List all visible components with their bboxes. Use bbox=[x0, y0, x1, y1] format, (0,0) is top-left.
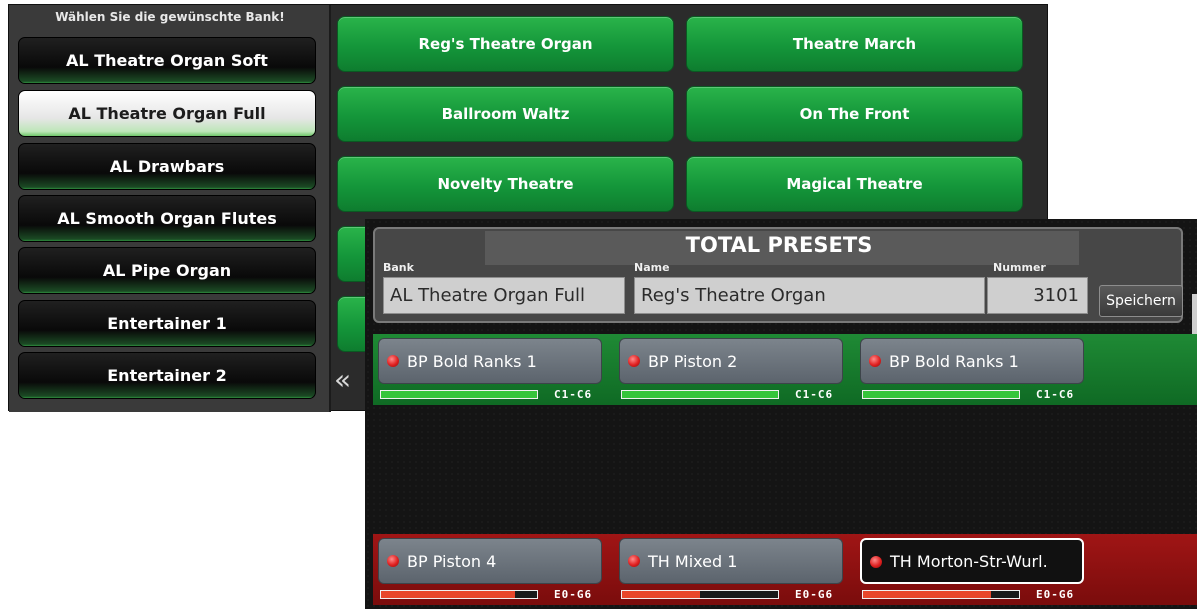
number-field[interactable]: 3101 bbox=[987, 277, 1088, 314]
bank-list-heading: Wählen Sie die gewünschte Bank! bbox=[55, 10, 285, 24]
voice-button[interactable]: BP Piston 2 bbox=[619, 338, 843, 384]
bank-field[interactable]: AL Theatre Organ Full bbox=[383, 277, 625, 314]
upper-manual-track: BP Bold Ranks 1 C1-C6 BP Piston 2 C1-C6 … bbox=[373, 334, 1197, 405]
volume-bar-fill bbox=[381, 391, 537, 398]
preset-button[interactable]: Magical Theatre bbox=[686, 156, 1023, 212]
voice-button[interactable]: BP Bold Ranks 1 bbox=[378, 338, 602, 384]
bank-list: Wählen Sie die gewünschte Bank! AL Theat… bbox=[9, 5, 331, 412]
volume-bar-fill bbox=[622, 391, 778, 398]
voice-label: BP Piston 4 bbox=[407, 551, 497, 571]
preset-button[interactable]: On The Front bbox=[686, 86, 1023, 142]
voice-button-selected[interactable]: TH Morton-Str-Wurl. bbox=[860, 538, 1084, 584]
preset-button[interactable]: Theatre March bbox=[686, 16, 1023, 72]
status-led-icon bbox=[387, 355, 399, 367]
key-range: C1-C6 bbox=[554, 388, 593, 401]
volume-bar[interactable] bbox=[862, 390, 1020, 399]
voice-slot: BP Piston 2 C1-C6 bbox=[619, 338, 843, 402]
voice-slot: BP Bold Ranks 1 C1-C6 bbox=[378, 338, 602, 402]
volume-bar-fill bbox=[863, 391, 1019, 398]
bank-item[interactable]: AL Theatre Organ Soft bbox=[18, 37, 316, 84]
preset-header: TOTAL PRESETS Bank AL Theatre Organ Full… bbox=[373, 227, 1183, 323]
name-field-label: Name bbox=[634, 261, 670, 274]
voice-button[interactable]: BP Bold Ranks 1 bbox=[860, 338, 1084, 384]
lower-manual-track: BP Piston 4 E0-G6 TH Mixed 1 E0-G6 TH Mo… bbox=[373, 534, 1197, 605]
key-range: E0-G6 bbox=[554, 588, 593, 601]
save-button[interactable]: Speichern bbox=[1099, 285, 1183, 317]
voice-label: TH Mixed 1 bbox=[648, 551, 738, 571]
page-title: TOTAL PRESETS bbox=[685, 233, 873, 257]
voice-button[interactable]: TH Mixed 1 bbox=[619, 538, 843, 584]
voice-button[interactable]: BP Piston 4 bbox=[378, 538, 602, 584]
voice-slot-selected: TH Morton-Str-Wurl. E0-G6 bbox=[860, 538, 1084, 602]
volume-bar-fill bbox=[622, 591, 700, 598]
voice-label: BP Piston 2 bbox=[648, 351, 738, 371]
bank-item-selected[interactable]: AL Theatre Organ Full bbox=[18, 90, 316, 137]
double-chevron-left-icon[interactable]: « bbox=[334, 365, 351, 395]
preset-button[interactable]: Ballroom Waltz bbox=[337, 86, 674, 142]
volume-bar-fill bbox=[863, 591, 991, 598]
preset-button[interactable]: Reg's Theatre Organ bbox=[337, 16, 674, 72]
key-range: C1-C6 bbox=[1036, 388, 1075, 401]
key-range: E0-G6 bbox=[1036, 588, 1075, 601]
voice-slot: BP Bold Ranks 1 C1-C6 bbox=[860, 338, 1084, 402]
name-field[interactable]: Reg's Theatre Organ bbox=[634, 277, 985, 314]
voice-label: BP Bold Ranks 1 bbox=[889, 351, 1019, 371]
voice-label: TH Morton-Str-Wurl. bbox=[890, 551, 1048, 571]
key-range: C1-C6 bbox=[795, 388, 834, 401]
status-led-icon bbox=[628, 555, 640, 567]
status-led-icon bbox=[387, 555, 399, 567]
volume-bar[interactable] bbox=[621, 590, 779, 599]
preset-button[interactable]: Novelty Theatre bbox=[337, 156, 674, 212]
bank-item[interactable]: AL Smooth Organ Flutes bbox=[18, 195, 316, 242]
bank-item[interactable]: Entertainer 2 bbox=[18, 352, 316, 399]
status-led-icon bbox=[869, 355, 881, 367]
volume-bar[interactable] bbox=[621, 390, 779, 399]
bank-item[interactable]: Entertainer 1 bbox=[18, 300, 316, 347]
status-led-icon bbox=[628, 355, 640, 367]
voice-slot: TH Mixed 1 E0-G6 bbox=[619, 538, 843, 602]
volume-bar[interactable] bbox=[380, 590, 538, 599]
bank-item[interactable]: AL Drawbars bbox=[18, 143, 316, 190]
screen: Wählen Sie die gewünschte Bank! AL Theat… bbox=[0, 0, 1197, 609]
volume-bar[interactable] bbox=[862, 590, 1020, 599]
voice-label: BP Bold Ranks 1 bbox=[407, 351, 537, 371]
volume-bar-fill bbox=[381, 591, 516, 598]
volume-bar[interactable] bbox=[380, 390, 538, 399]
key-range: E0-G6 bbox=[795, 588, 834, 601]
voice-slot: BP Piston 4 E0-G6 bbox=[378, 538, 602, 602]
total-presets-panel: TOTAL PRESETS Bank AL Theatre Organ Full… bbox=[365, 219, 1197, 609]
number-field-label: Nummer bbox=[993, 261, 1046, 274]
bank-item[interactable]: AL Pipe Organ bbox=[18, 247, 316, 294]
status-led-icon bbox=[870, 556, 882, 568]
bank-field-label: Bank bbox=[383, 261, 414, 274]
